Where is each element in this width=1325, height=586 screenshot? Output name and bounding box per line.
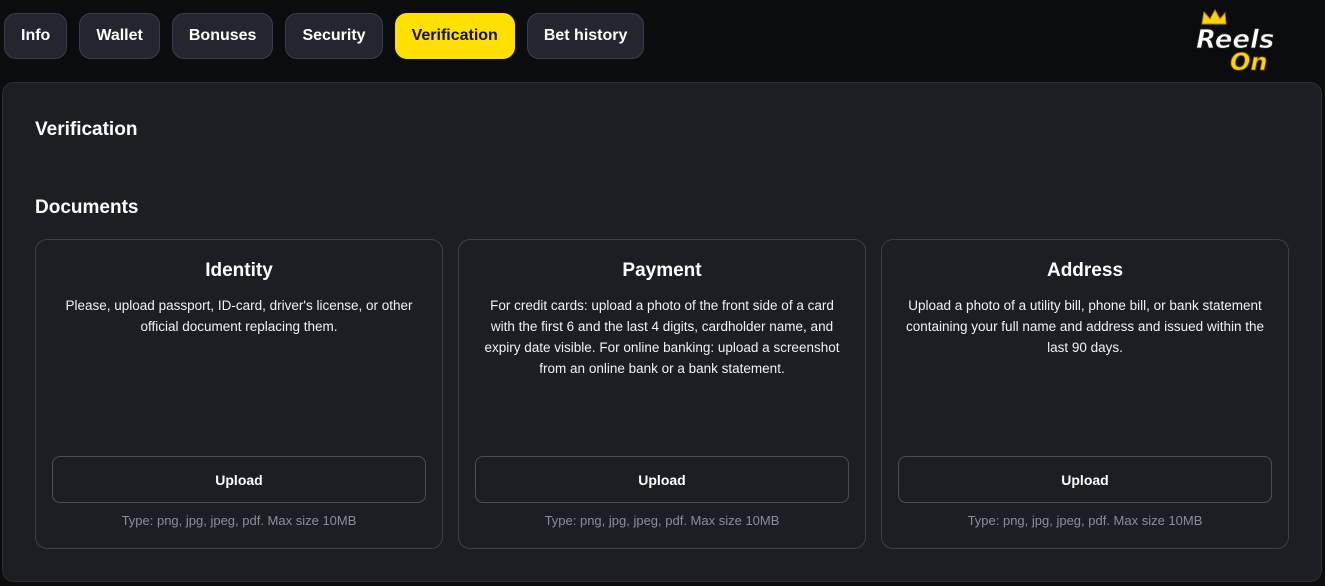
card-description: For credit cards: upload a photo of the … bbox=[484, 298, 840, 376]
card-title: Address bbox=[1046, 260, 1124, 281]
logo-text-on: On bbox=[1230, 48, 1268, 74]
upload-identity-button[interactable]: Upload bbox=[52, 456, 426, 503]
tab-bonuses[interactable]: Bonuses bbox=[171, 13, 274, 59]
file-type-note: Type: png, jpg, jpeg, pdf. Max size 10MB bbox=[544, 513, 780, 528]
tab-security[interactable]: Security bbox=[285, 13, 383, 59]
upload-address-button[interactable]: Upload bbox=[898, 456, 1272, 503]
profile-tabs: Info Wallet Bonuses Security Verificatio… bbox=[4, 13, 645, 59]
tab-bet-history[interactable]: Bet history bbox=[526, 13, 645, 59]
card-description: Please, upload passport, ID-card, driver… bbox=[65, 298, 413, 334]
documents-heading: Documents bbox=[35, 197, 139, 218]
file-type-note: Type: png, jpg, jpeg, pdf. Max size 10MB bbox=[967, 513, 1203, 528]
tab-wallet[interactable]: Wallet bbox=[79, 13, 160, 59]
address-card: Address Upload a photo of a utility bill… bbox=[881, 239, 1289, 549]
card-description: Upload a photo of a utility bill, phone … bbox=[906, 298, 1264, 355]
card-title: Payment bbox=[622, 260, 702, 281]
verification-panel: Verification Documents Identity Please, … bbox=[2, 82, 1322, 582]
crown-icon bbox=[1201, 8, 1227, 25]
card-title: Identity bbox=[205, 260, 273, 281]
file-type-note: Type: png, jpg, jpeg, pdf. Max size 10MB bbox=[121, 513, 357, 528]
identity-card: Identity Please, upload passport, ID-car… bbox=[35, 239, 443, 549]
tab-verification[interactable]: Verification bbox=[394, 13, 515, 59]
page-title: Verification bbox=[35, 119, 138, 140]
upload-payment-button[interactable]: Upload bbox=[475, 456, 849, 503]
reels-on-logo[interactable]: Reels On bbox=[1192, 6, 1284, 76]
payment-card: Payment For credit cards: upload a photo… bbox=[458, 239, 866, 549]
tab-info[interactable]: Info bbox=[4, 13, 68, 59]
logo-graphic: Reels On bbox=[1196, 8, 1275, 76]
